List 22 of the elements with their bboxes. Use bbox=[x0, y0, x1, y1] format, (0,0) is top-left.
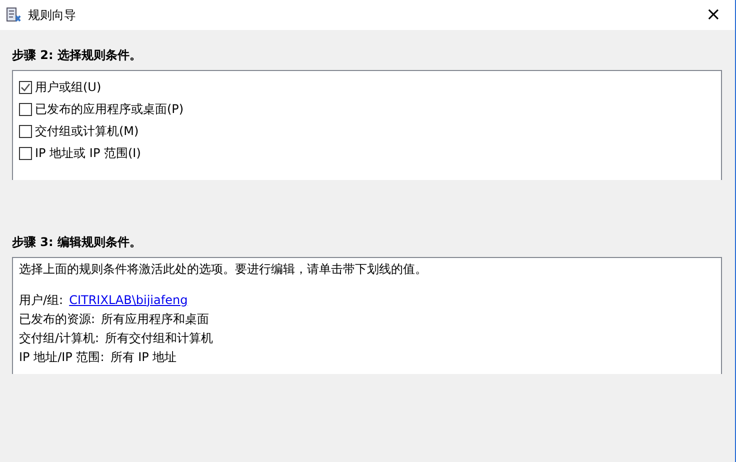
step-heading: 步骤 2: 选择规则条件。 bbox=[12, 48, 142, 62]
checkbox-label[interactable]: 用户或组(U) bbox=[35, 78, 102, 96]
detail-value: 所有 IP 地址 bbox=[110, 348, 177, 366]
step-heading: 步骤 3: 编辑规则条件。 bbox=[12, 235, 142, 249]
detail-label: IP 地址/IP 范围: bbox=[19, 348, 104, 366]
checkbox-label[interactable]: IP 地址或 IP 范围(I) bbox=[35, 144, 141, 162]
window-title: 规则向导 bbox=[28, 7, 76, 24]
checkbox[interactable] bbox=[19, 80, 32, 94]
detail-label: 已发布的资源: bbox=[19, 310, 96, 328]
app-icon bbox=[6, 7, 22, 23]
value-link[interactable]: CITRIXLAB\bijiafeng bbox=[69, 290, 188, 308]
checkbox[interactable] bbox=[19, 102, 32, 116]
detail-label: 交付组/计算机: bbox=[19, 330, 100, 346]
detail-value: 所有交付组和计算机 bbox=[105, 330, 214, 346]
checkbox-label[interactable]: 交付组或计算机(M) bbox=[35, 122, 139, 140]
checkbox[interactable] bbox=[19, 124, 32, 138]
detail-label: 用户/组: bbox=[19, 292, 64, 308]
instruction-text: 选择上面的规则条件将激活此处的选项。要进行编辑，请单击带下划线的值。 bbox=[19, 261, 428, 278]
checkbox[interactable] bbox=[19, 146, 32, 160]
close-button[interactable]: × bbox=[698, 6, 729, 24]
detail-value: 所有应用程序和桌面 bbox=[101, 310, 210, 328]
checkbox-label[interactable]: 已发布的应用程序或桌面(P) bbox=[35, 100, 184, 118]
